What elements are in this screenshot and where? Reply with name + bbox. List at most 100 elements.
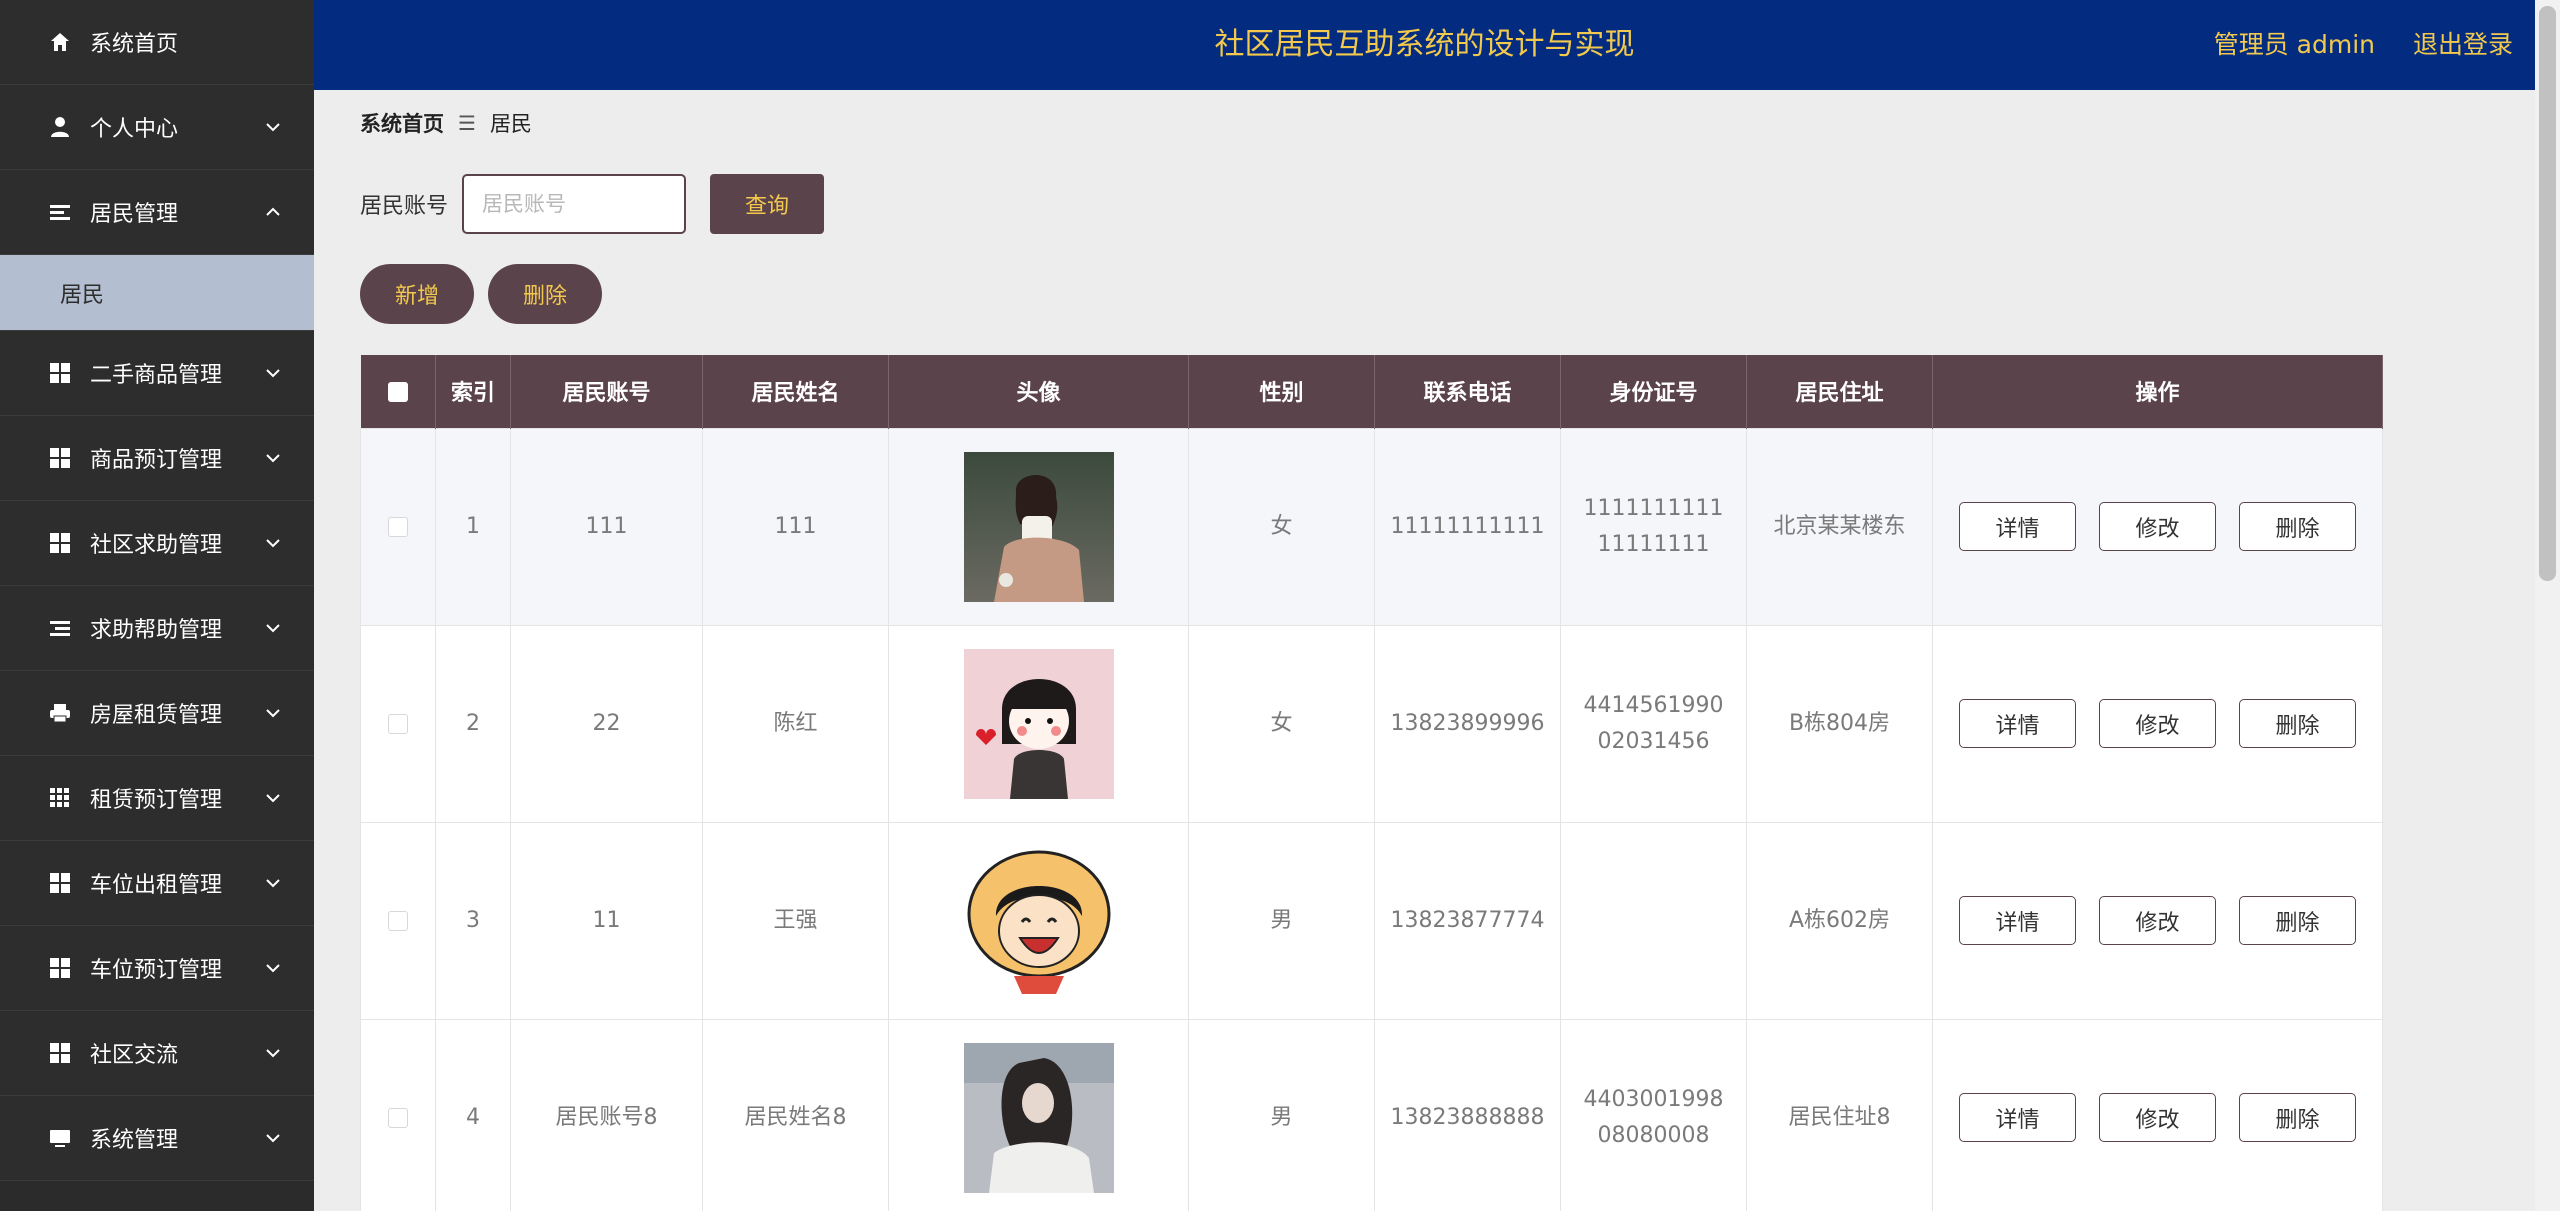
avatar <box>963 845 1114 996</box>
sidebar-subitem-residents[interactable]: 居民 <box>0 255 314 331</box>
cell-name: 陈红 <box>702 624 889 823</box>
column-header: 居民住址 <box>1746 355 1933 428</box>
row-select-cell[interactable] <box>360 1018 436 1211</box>
cell-name: 111 <box>702 427 889 626</box>
table-row: 4 居民账号8 居民姓名8 男 13823888888 440300199808… <box>360 1018 2383 1211</box>
cell-address: 居民住址8 <box>1746 1018 1933 1211</box>
sidebar-item-help-assist[interactable]: 求助帮助管理 <box>0 586 314 671</box>
header-select-all[interactable] <box>360 355 436 428</box>
chevron-up-icon <box>266 207 280 216</box>
sidebar-item-personal[interactable]: 个人中心 <box>0 85 314 170</box>
detail-button[interactable]: 详情 <box>1959 896 2076 945</box>
breadcrumb-separator-icon: ☰ <box>458 111 476 135</box>
sidebar-item-secondhand[interactable]: 二手商品管理 <box>0 331 314 416</box>
cell-phone: 13823877774 <box>1374 821 1561 1020</box>
column-header: 头像 <box>888 355 1189 428</box>
row-checkbox[interactable] <box>388 516 408 537</box>
breadcrumb-home[interactable]: 系统首页 <box>360 108 444 138</box>
id-card-text: 441456199002031456 <box>1583 692 1724 754</box>
chevron-down-icon <box>266 454 280 463</box>
avatar <box>963 451 1114 602</box>
delete-button[interactable]: 删除 <box>2239 502 2356 551</box>
sidebar-item-parking-booking[interactable]: 车位预订管理 <box>0 926 314 1011</box>
cell-operations: 详情 修改 删除 <box>1932 1018 2383 1211</box>
sidebar-item-parking-rental[interactable]: 车位出租管理 <box>0 841 314 926</box>
row-select-cell[interactable] <box>360 427 436 626</box>
cell-avatar <box>888 427 1189 626</box>
id-card-text: 111111111111111111 <box>1583 495 1724 557</box>
delete-button[interactable]: 删除 <box>2239 1093 2356 1142</box>
column-header: 身份证号 <box>1560 355 1747 428</box>
row-select-cell[interactable] <box>360 624 436 823</box>
residents-table: 索引 居民账号 居民姓名 头像 性别 联系电话 身份证号 居民住址 操作 1 1… <box>360 355 2383 1211</box>
column-header: 性别 <box>1188 355 1375 428</box>
edit-button[interactable]: 修改 <box>2099 699 2216 748</box>
edit-button[interactable]: 修改 <box>2099 502 2216 551</box>
sidebar-item-community-forum[interactable]: 社区交流 <box>0 1011 314 1096</box>
detail-button[interactable]: 详情 <box>1959 502 2076 551</box>
sidebar-item-residents[interactable]: 居民管理 <box>0 170 314 255</box>
detail-button[interactable]: 详情 <box>1959 699 2076 748</box>
sidebar-item-label: 社区求助管理 <box>90 533 223 558</box>
cell-name: 居民姓名8 <box>702 1018 889 1211</box>
grid-icon <box>48 361 72 385</box>
chevron-down-icon <box>266 964 280 973</box>
sidebar-item-label: 二手商品管理 <box>90 363 223 388</box>
sidebar-item-label: 社区交流 <box>90 1043 179 1068</box>
grid-icon <box>48 1041 72 1065</box>
detail-button[interactable]: 详情 <box>1959 1093 2076 1142</box>
batch-delete-button[interactable]: 删除 <box>488 264 602 324</box>
sidebar-item-system[interactable]: 系统管理 <box>0 1096 314 1181</box>
cell-phone: 11111111111 <box>1374 427 1561 626</box>
page-scrollbar[interactable] <box>2535 0 2560 1211</box>
chevron-down-icon <box>266 369 280 378</box>
cell-address: B栋804房 <box>1746 624 1933 823</box>
row-checkbox[interactable] <box>388 1107 408 1128</box>
cell-account: 22 <box>510 624 703 823</box>
sidebar-item-label: 车位出租管理 <box>90 873 223 898</box>
row-select-cell[interactable] <box>360 821 436 1020</box>
id-card-text: 440300199808080008 <box>1583 1086 1724 1148</box>
user-icon <box>48 115 72 139</box>
cell-operations: 详情 修改 删除 <box>1932 624 2383 823</box>
edit-button[interactable]: 修改 <box>2099 896 2216 945</box>
cell-address: 北京某某楼东 <box>1746 427 1933 626</box>
search-input[interactable] <box>462 174 687 234</box>
column-header: 索引 <box>435 355 511 428</box>
delete-button[interactable]: 删除 <box>2239 896 2356 945</box>
top-header: 社区居民互助系统的设计与实现 管理员 admin 退出登录 <box>314 0 2535 90</box>
table-header-row: 索引 居民账号 居民姓名 头像 性别 联系电话 身份证号 居民住址 操作 <box>360 355 2383 428</box>
delete-button[interactable]: 删除 <box>2239 699 2356 748</box>
scrollbar-thumb[interactable] <box>2539 6 2556 581</box>
cell-operations: 详情 修改 删除 <box>1932 821 2383 1020</box>
sidebar-subitem-label: 居民 <box>60 282 105 308</box>
row-checkbox[interactable] <box>388 910 408 931</box>
sidebar-item-rental-booking[interactable]: 租赁预订管理 <box>0 756 314 841</box>
chevron-down-icon <box>266 1049 280 1058</box>
sidebar-item-help-request[interactable]: 社区求助管理 <box>0 501 314 586</box>
chevron-down-icon <box>266 709 280 718</box>
cell-index: 1 <box>435 427 511 626</box>
search-bar: 居民账号 查询 <box>360 174 825 234</box>
table-row: 1 111 111 女 11111111111 1111111111111111… <box>360 427 2383 626</box>
chevron-down-icon <box>266 123 280 132</box>
app-title: 社区居民互助系统的设计与实现 <box>1214 27 1635 62</box>
row-checkbox[interactable] <box>388 713 408 734</box>
edit-button[interactable]: 修改 <box>2099 1093 2216 1142</box>
sidebar-item-house-rental[interactable]: 房屋租赁管理 <box>0 671 314 756</box>
list-icon <box>48 200 72 224</box>
query-button[interactable]: 查询 <box>710 174 825 234</box>
logout-link[interactable]: 退出登录 <box>2413 0 2513 90</box>
avatar <box>963 648 1114 799</box>
column-header: 居民账号 <box>510 355 703 428</box>
monitor-icon <box>48 1126 72 1150</box>
select-all-checkbox[interactable] <box>387 381 408 402</box>
cell-gender: 女 <box>1188 624 1375 823</box>
cell-index: 3 <box>435 821 511 1020</box>
grid-icon <box>48 871 72 895</box>
cell-avatar <box>888 1018 1189 1211</box>
add-button[interactable]: 新增 <box>360 264 474 324</box>
cell-id-card: 111111111111111111 <box>1560 427 1747 626</box>
sidebar-item-goods-booking[interactable]: 商品预订管理 <box>0 416 314 501</box>
sidebar-item-home[interactable]: 系统首页 <box>0 0 314 85</box>
